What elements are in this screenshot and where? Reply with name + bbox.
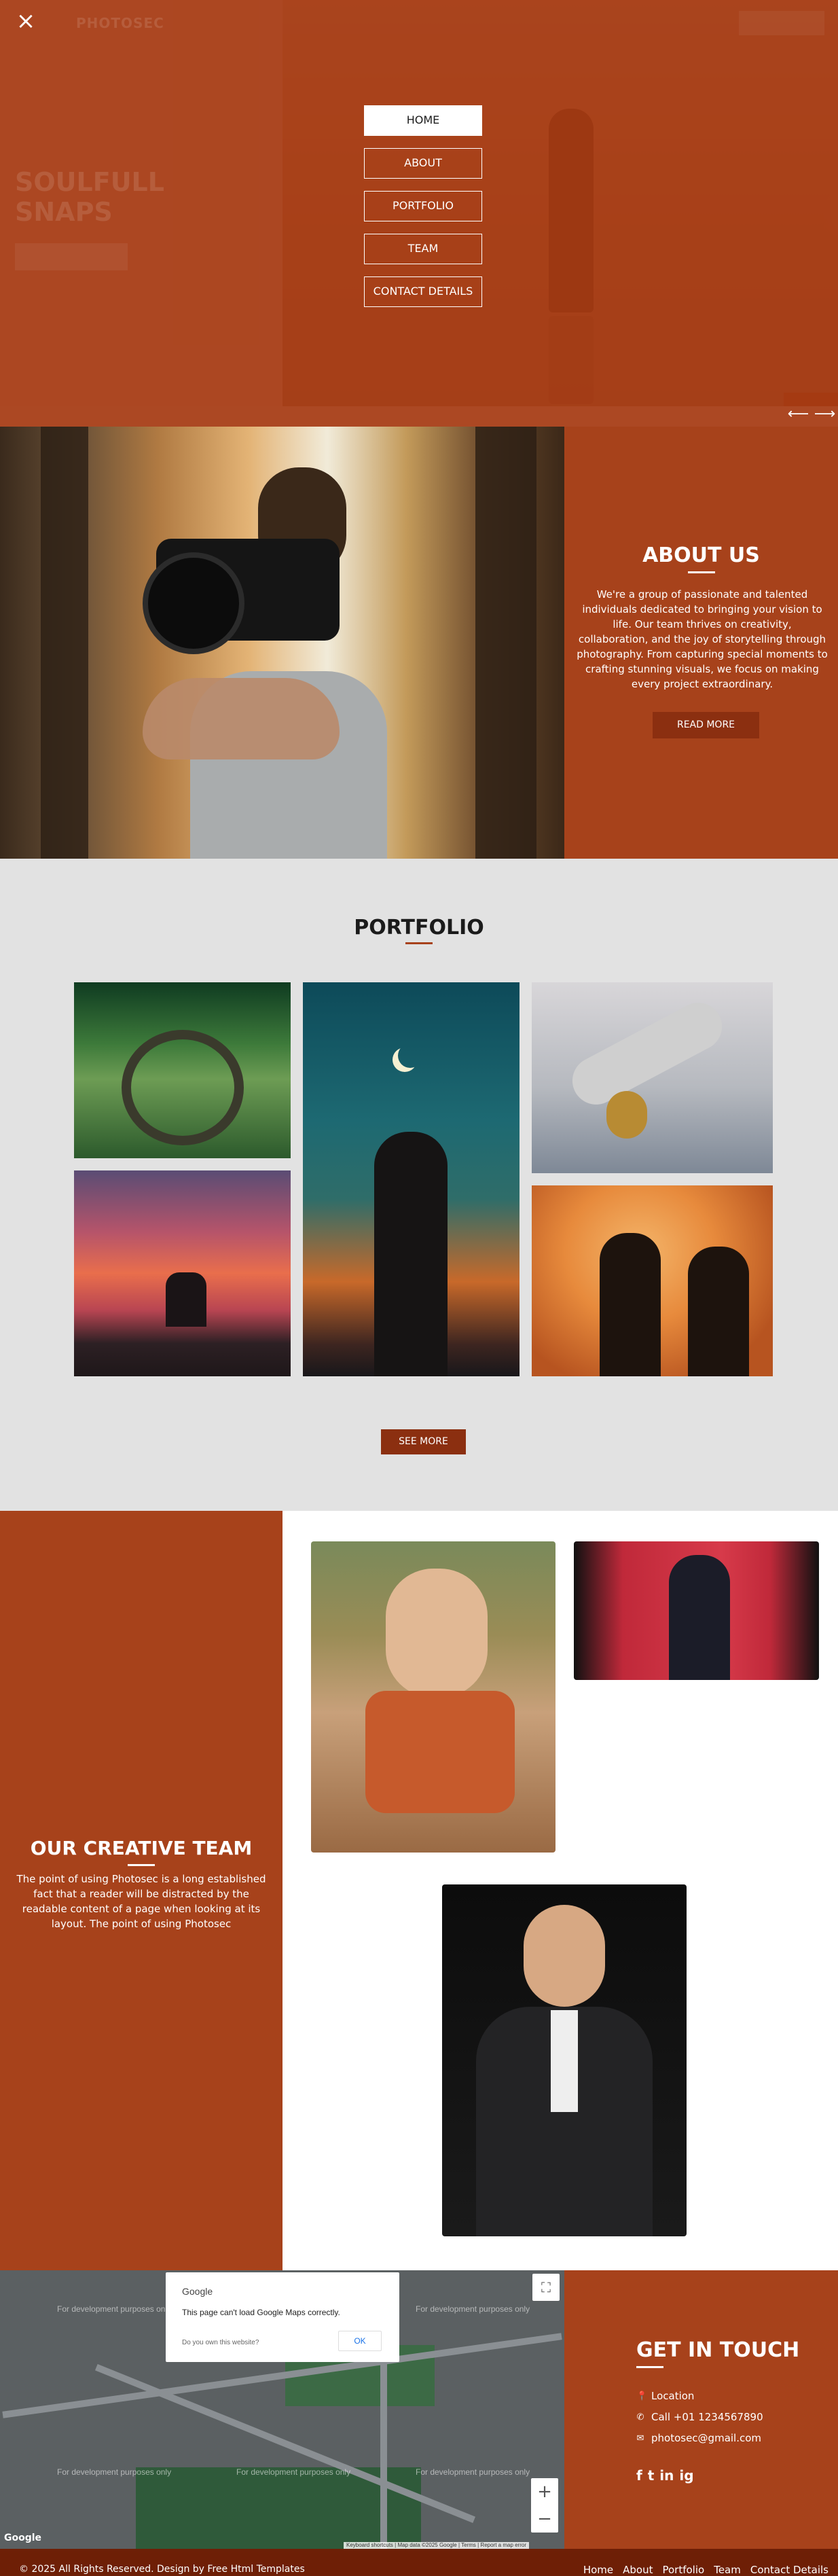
instagram-icon[interactable]: ig	[679, 2467, 693, 2484]
title-underline	[687, 571, 715, 573]
menu-item-portfolio[interactable]: PORTFOLIO	[364, 191, 482, 221]
portfolio-image-moon-silhouette[interactable]	[303, 982, 520, 1376]
copyright-text: © 2025 All Rights Reserved. Design by Fr…	[19, 2564, 305, 2575]
facebook-icon[interactable]: f	[636, 2467, 642, 2484]
fullscreen-icon[interactable]: ⛶	[532, 2274, 560, 2301]
portfolio-section: PORTFOLIO SEE MORE	[0, 859, 838, 1511]
read-more-button[interactable]: READ MORE	[653, 712, 759, 738]
menu-item-home[interactable]: HOME	[364, 105, 482, 136]
hero-title: SOULFULL SNAPS	[15, 167, 164, 227]
arrow-left-icon[interactable]: ⟵	[788, 406, 809, 423]
map-watermark: For development purposes only	[57, 2467, 172, 2477]
location-pin-icon: 📍	[636, 2391, 648, 2401]
slider-arrows: ⟵ ⟶	[785, 401, 838, 427]
about-panel: ABOUT US We're a group of passionate and…	[564, 427, 838, 859]
hero-button-dimmed	[15, 243, 128, 270]
social-links: f t in ig	[636, 2467, 694, 2484]
contact-title: GET IN TOUCH	[636, 2338, 800, 2362]
contact-email[interactable]: ✉ photosec@gmail.com	[636, 2432, 763, 2444]
menu-overlay: × PHOTOSEC SOULFULL SNAPS HOME ABOUT POR…	[0, 0, 838, 427]
footer-link-portfolio[interactable]: Portfolio	[662, 2564, 704, 2576]
map-zoom-controls: + −	[531, 2478, 558, 2533]
header-button-dimmed	[739, 11, 824, 35]
twitter-icon[interactable]: t	[648, 2467, 655, 2484]
team-member-photo-woman	[311, 1541, 555, 1853]
about-title: ABOUT US	[642, 543, 760, 567]
about-photographer-image	[0, 427, 564, 859]
contact-location[interactable]: 📍 Location	[636, 2390, 763, 2402]
footer-link-home[interactable]: Home	[583, 2564, 613, 2576]
contact-location-label: Location	[651, 2390, 695, 2402]
team-member-photo-man-red	[574, 1541, 819, 1680]
team-title: OUR CREATIVE TEAM	[30, 1837, 253, 1859]
team-description: The point of using Photosec is a long es…	[16, 1873, 266, 1930]
footer-link-contact-details[interactable]: Contact Details	[750, 2564, 828, 2576]
portfolio-title: PORTFOLIO	[354, 916, 484, 940]
see-more-button[interactable]: SEE MORE	[381, 1429, 466, 1454]
contact-email-label: photosec@gmail.com	[651, 2432, 762, 2444]
about-description: We're a group of passionate and talented…	[577, 588, 828, 690]
portfolio-image-telescope[interactable]	[532, 982, 773, 1173]
google-brand-mark: Google	[4, 2533, 42, 2543]
zoom-out-button[interactable]: −	[531, 2505, 558, 2533]
about-section: ABOUT US We're a group of passionate and…	[0, 427, 838, 859]
footer: © 2025 All Rights Reserved. Design by Fr…	[0, 2549, 838, 2576]
team-section: OUR CREATIVE TEAM The point of using Pho…	[0, 1511, 838, 2270]
map-error-message: This page can't load Google Maps correct…	[182, 2308, 340, 2317]
menu-item-about[interactable]: ABOUT	[364, 148, 482, 179]
map-error-dialog: Google This page can't load Google Maps …	[166, 2272, 399, 2362]
google-map[interactable]: For development purposes only For develo…	[0, 2270, 564, 2549]
team-member-photo-man-suit	[442, 1884, 687, 2236]
zoom-in-button[interactable]: +	[531, 2478, 558, 2505]
envelope-icon: ✉	[636, 2433, 644, 2444]
footer-link-about[interactable]: About	[623, 2564, 653, 2576]
map-ok-button[interactable]: OK	[338, 2331, 382, 2351]
title-underline	[405, 942, 433, 944]
close-icon[interactable]: ×	[15, 10, 37, 33]
brand-logo: PHOTOSEC	[76, 15, 164, 31]
overlay-menu: HOME ABOUT PORTFOLIO TEAM CONTACT DETAIL…	[364, 105, 482, 319]
google-logo: Google	[182, 2286, 213, 2297]
contact-phone-label: Call +01 1234567890	[651, 2411, 763, 2423]
map-watermark: For development purposes only	[416, 2304, 530, 2314]
own-website-link[interactable]: Do you own this website?	[182, 2339, 259, 2346]
linkedin-icon[interactable]: in	[659, 2467, 674, 2484]
contact-list: 📍 Location ✆ Call +01 1234567890 ✉ photo…	[636, 2390, 763, 2453]
map-watermark: For development purposes only	[416, 2467, 530, 2477]
map-watermark: For development purposes only	[57, 2304, 172, 2314]
contact-section: For development purposes only For develo…	[0, 2270, 838, 2549]
menu-item-team[interactable]: TEAM	[364, 234, 482, 264]
map-attribution[interactable]: Keyboard shortcuts | Map data ©2025 Goog…	[344, 2542, 529, 2549]
footer-link-team[interactable]: Team	[714, 2564, 741, 2576]
contact-phone[interactable]: ✆ Call +01 1234567890	[636, 2411, 763, 2423]
portfolio-image-two-photographers[interactable]	[532, 1185, 773, 1376]
portfolio-image-sunset-photographer[interactable]	[74, 1170, 291, 1376]
team-panel: OUR CREATIVE TEAM The point of using Pho…	[0, 1511, 283, 2270]
footer-nav: Home About Portfolio Team Contact Detail…	[583, 2564, 828, 2576]
map-watermark: For development purposes only	[236, 2467, 351, 2477]
arrow-right-icon[interactable]: ⟶	[814, 406, 836, 423]
title-underline	[636, 2366, 663, 2368]
menu-item-contact-details[interactable]: CONTACT DETAILS	[364, 276, 482, 307]
portfolio-image-bridge[interactable]	[74, 982, 291, 1158]
title-underline	[128, 1864, 155, 1866]
phone-icon: ✆	[636, 2412, 644, 2422]
